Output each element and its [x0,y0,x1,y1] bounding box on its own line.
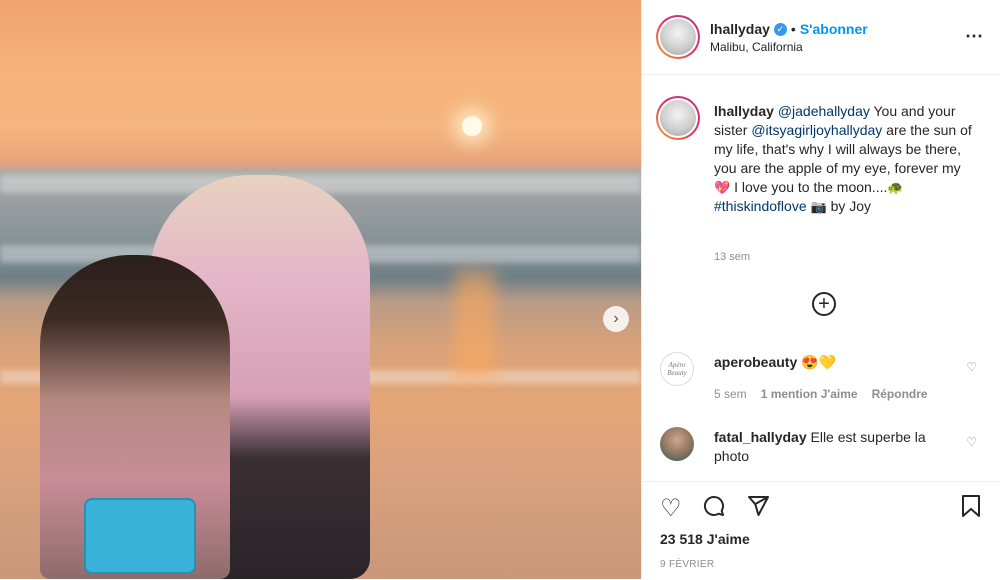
caption-username[interactable]: lhallyday [714,103,774,119]
heart-icon[interactable]: ♡ [660,494,682,523]
photo-sun-reflection [455,270,495,380]
comment-meta: 5 sem 1 mention J'aime Répondre [714,387,928,401]
share-icon[interactable] [746,494,770,525]
comment-icon[interactable] [702,494,726,525]
comment-text: aperobeauty 😍💛 [714,353,954,372]
next-arrow-icon: › [613,310,619,327]
caption-avatar[interactable] [656,96,700,140]
post-location[interactable]: Malibu, California [710,40,803,54]
caption-fragment: by Joy [826,198,872,214]
post-photo[interactable]: › [0,0,641,579]
turtle-emoji: 🐢 [887,180,904,195]
comment-time[interactable]: 5 sem [714,387,747,401]
caption-fragment: I love you to the moon.... [730,179,888,195]
commenter-avatar[interactable]: Apéro Beauty [660,352,694,386]
comment-text: fatal_hallyday Elle est superbe la photo [714,428,954,466]
like-comment-heart-icon[interactable]: ♡ [966,435,977,449]
bookmark-icon[interactable] [960,494,982,525]
comment-body: 😍💛 [801,354,837,370]
photo-blue-bag [84,498,196,574]
post-side-panel: lhallyday ✓ • S'abonner Malibu, Californ… [641,0,1000,579]
reply-button[interactable]: Répondre [872,387,928,401]
caption-text: lhallyday @jadehallyday You and your sis… [714,102,976,216]
heart-emoji: 💖 [714,180,731,195]
verified-icon: ✓ [773,22,787,36]
mention-link[interactable]: @itsyagirljoyhallyday [751,122,882,138]
caption-time[interactable]: 13 sem [714,251,750,263]
header-username[interactable]: lhallyday [710,21,770,37]
comment-username[interactable]: aperobeauty [714,354,797,370]
post-header: lhallyday ✓ • S'abonner Malibu, Californ… [642,0,1000,75]
comment-likes[interactable]: 1 mention J'aime [761,387,858,401]
post-actions: ♡ 23 518 J'aime 9 FÉVRIER [642,481,1000,580]
mention-link[interactable]: @jadehallyday [778,103,870,119]
comment-username[interactable]: fatal_hallyday [714,429,807,445]
separator-dot: • [790,21,796,37]
camera-emoji: 📷 [810,199,827,214]
header-user-line: lhallyday ✓ • S'abonner [710,21,868,37]
add-comment-icon[interactable]: + [812,292,836,316]
more-icon[interactable]: ⋯ [965,26,984,47]
instagram-post-modal: › lhallyday ✓ • S'abonner Malibu, Califo… [0,0,1000,579]
hashtag-link[interactable]: #thiskindoflove [714,198,807,214]
like-comment-heart-icon[interactable]: ♡ [966,360,977,374]
photo-sun [462,116,482,136]
post-date[interactable]: 9 FÉVRIER [660,559,714,570]
likes-count[interactable]: 23 518 J'aime [660,531,750,547]
next-photo-button[interactable]: › [603,306,629,332]
follow-button[interactable]: S'abonner [800,21,868,37]
commenter-avatar[interactable] [660,427,694,461]
header-avatar[interactable] [656,15,700,59]
